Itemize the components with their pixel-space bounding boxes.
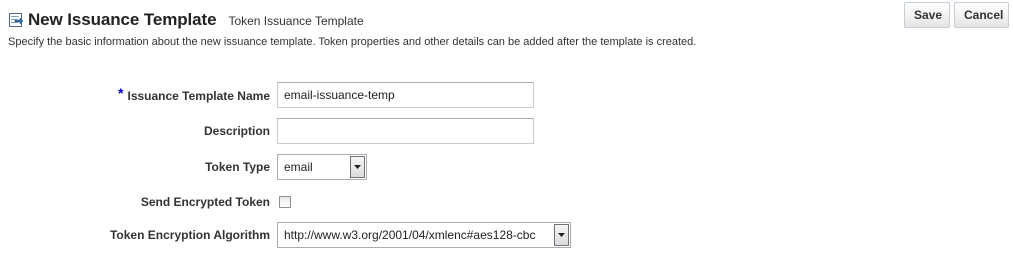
save-button[interactable]: Save [904, 2, 950, 28]
encryption-algorithm-row: Token Encryption Algorithm http://www.w3… [0, 222, 1013, 248]
token-type-label: Token Type [205, 160, 270, 174]
encryption-algorithm-label: Token Encryption Algorithm [109, 228, 270, 242]
encryption-algorithm-value: http://www.w3.org/2001/04/xmlenc#aes128-… [284, 228, 536, 242]
template-name-label: * Issuance Template Name [118, 85, 270, 103]
token-type-select[interactable]: email [277, 154, 367, 180]
page-header: New Issuance Template Token Issuance Tem… [8, 8, 364, 32]
send-encrypted-row: Send Encrypted Token [0, 189, 1013, 215]
chevron-down-icon[interactable] [350, 156, 365, 178]
token-type-row: Token Type email [0, 154, 1013, 180]
template-icon [8, 12, 24, 28]
description-label: Description [203, 124, 270, 138]
page-title: New Issuance Template [28, 10, 217, 29]
required-marker: * [118, 85, 124, 101]
description-row: Description [0, 118, 1013, 144]
page-subtitle: Token Issuance Template [228, 14, 364, 28]
chevron-down-icon[interactable] [554, 224, 569, 246]
page-description: Specify the basic information about the … [8, 36, 697, 48]
token-type-value: email [284, 160, 313, 174]
template-name-label-text: Issuance Template Name [127, 89, 270, 103]
template-name-input[interactable] [277, 82, 534, 108]
template-name-row: * Issuance Template Name [0, 82, 1013, 108]
send-encrypted-label: Send Encrypted Token [140, 195, 270, 209]
cancel-button[interactable]: Cancel [954, 2, 1009, 28]
encryption-algorithm-select[interactable]: http://www.w3.org/2001/04/xmlenc#aes128-… [277, 222, 571, 248]
send-encrypted-checkbox[interactable] [279, 196, 291, 208]
description-input[interactable] [277, 118, 534, 144]
